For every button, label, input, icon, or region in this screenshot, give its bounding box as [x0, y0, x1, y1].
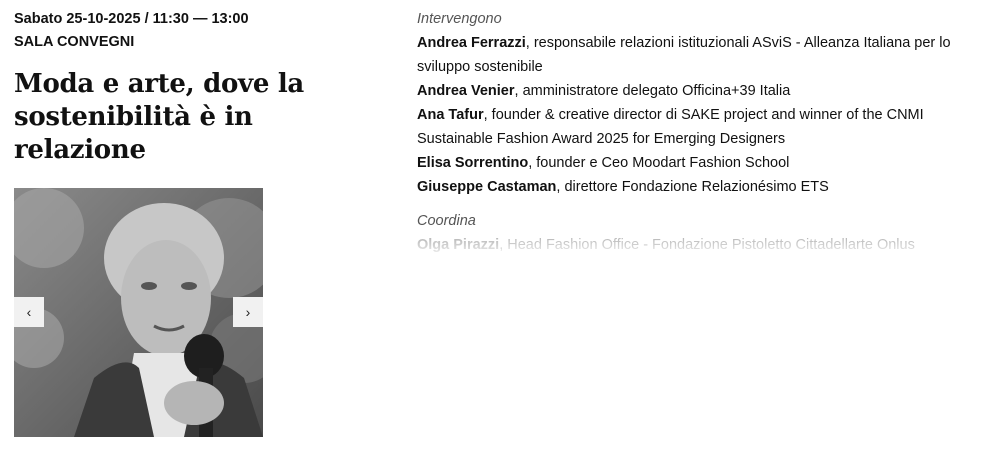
event-header: Sabato 25-10-2025 / 11:30 — 13:00 SALA C… [14, 8, 314, 167]
speaker-role: , amministratore delegato Officina+39 It… [514, 83, 791, 99]
event-date-time: Sabato 25-10-2025 / 11:30 — 13:00 [14, 11, 249, 27]
speaker-photo-carousel[interactable]: ‹ › [14, 188, 263, 437]
speaker-name: Giuseppe Castaman [417, 179, 557, 195]
list-item: Andrea Venier, amministratore delegato O… [417, 79, 977, 103]
speaker-name: Andrea Venier [417, 83, 515, 99]
speaker-photo [14, 188, 263, 437]
coordinator-entry: Olga Pirazzi, Head Fashion Office - Fond… [417, 233, 977, 257]
speakers-list: Andrea Ferrazzi, responsabile relazioni … [417, 31, 977, 199]
list-item: Giuseppe Castaman, direttore Fondazione … [417, 175, 977, 199]
speaker-role: , founder e Ceo Moodart Fashion School [528, 155, 790, 171]
coordinator-name: Olga Pirazzi [417, 237, 500, 253]
carousel-prev-button[interactable]: ‹ [14, 297, 44, 327]
event-details: Intervengono Andrea Ferrazzi, responsabi… [417, 7, 977, 257]
speaker-name: Ana Tafur [417, 107, 484, 123]
list-item: Ana Tafur, founder & creative director d… [417, 103, 977, 151]
list-item: Elisa Sorrentino, founder e Ceo Moodart … [417, 151, 977, 175]
speaker-role: , founder & creative director di SAKE pr… [417, 107, 924, 147]
list-item: Andrea Ferrazzi, responsabile relazioni … [417, 31, 977, 79]
speaker-role: , direttore Fondazione Relazionésimo ETS [556, 179, 829, 195]
event-title: Moda e arte, dove la sostenibilità è in … [14, 69, 304, 165]
chevron-left-icon: ‹ [26, 304, 32, 320]
chevron-right-icon: › [245, 304, 251, 320]
carousel-next-button[interactable]: › [233, 297, 263, 327]
coordinator-role: , Head Fashion Office - Fondazione Pisto… [499, 237, 915, 253]
speaker-name: Elisa Sorrentino [417, 155, 529, 171]
speakers-label: Intervengono [417, 11, 502, 27]
speaker-name: Andrea Ferrazzi [417, 35, 526, 51]
event-room: SALA CONVEGNI [14, 34, 135, 50]
coordinator-label: Coordina [417, 213, 476, 229]
